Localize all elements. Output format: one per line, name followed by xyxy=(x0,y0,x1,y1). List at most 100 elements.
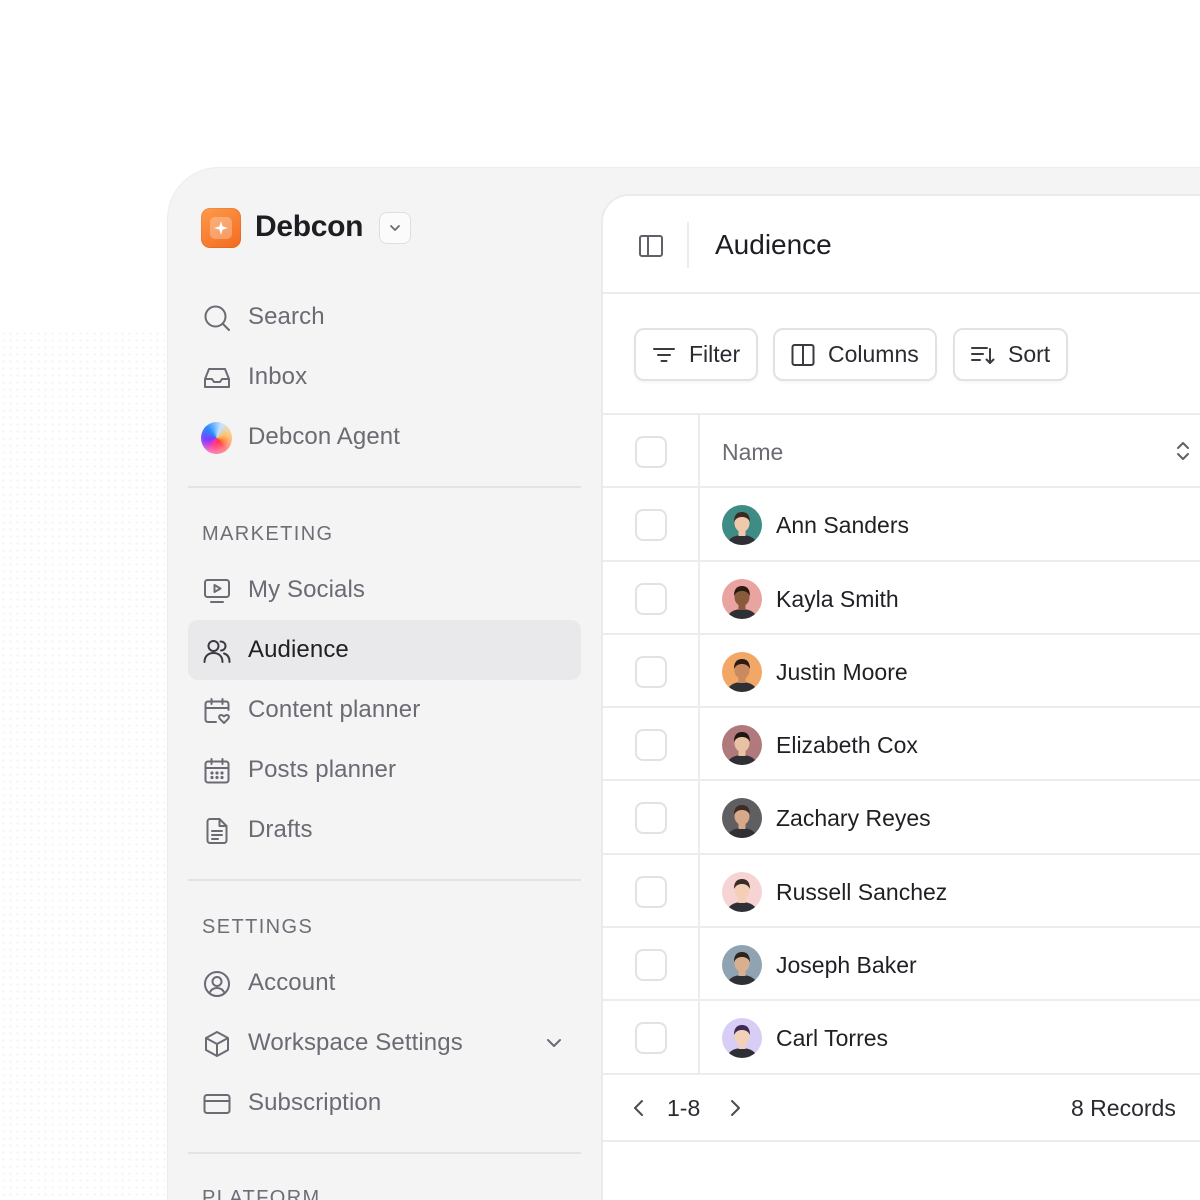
sidebar-item-workspace-settings[interactable]: Workspace Settings xyxy=(188,1013,581,1073)
avatar xyxy=(722,725,762,766)
columns-button[interactable]: Columns xyxy=(773,328,937,381)
header-divider xyxy=(687,222,689,268)
person-name: Ann Sanders xyxy=(776,512,909,539)
sidebar-toggle-icon[interactable] xyxy=(637,232,665,260)
chevron-down-icon xyxy=(390,225,400,231)
row-checkbox[interactable] xyxy=(635,509,667,542)
page-range: 1-8 xyxy=(667,1095,701,1121)
person-name: Kayla Smith xyxy=(776,585,899,612)
sidebar-item-label: Content planner xyxy=(248,696,421,723)
columns-icon xyxy=(789,341,817,369)
person-name: Carl Torres xyxy=(776,1025,889,1052)
table-row[interactable]: Kayla Smith xyxy=(603,561,1200,635)
avatar xyxy=(722,871,762,912)
table-row[interactable]: Carl Torres xyxy=(603,1001,1200,1075)
nav-search-label: Search xyxy=(248,303,325,330)
sidebar-item-label: Subscription xyxy=(248,1089,382,1116)
row-checkbox[interactable] xyxy=(635,1022,667,1055)
avatar xyxy=(722,1018,762,1059)
filter-button[interactable]: Filter xyxy=(634,328,759,381)
filter-icon xyxy=(650,341,678,369)
audience-table: Name Ann Sanders Kayla Smith Justin Moore E… xyxy=(603,413,1200,1075)
avatar xyxy=(722,798,762,839)
sidebar-item-subscription[interactable]: Subscription xyxy=(188,1073,581,1133)
chevron-down-icon[interactable] xyxy=(543,1032,565,1054)
app-window: Debcon Search Inbox Debcon Agent MARKETI… xyxy=(167,167,1200,1200)
sidebar-item-drafts[interactable]: Drafts xyxy=(188,800,581,860)
person-name: Zachary Reyes xyxy=(776,805,931,832)
table-row[interactable]: Zachary Reyes xyxy=(603,781,1200,855)
credit-card-icon xyxy=(201,1088,232,1119)
table-row[interactable]: Joseph Baker xyxy=(603,928,1200,1002)
sidebar-item-content-planner[interactable]: Content planner xyxy=(188,680,581,740)
row-checkbox[interactable] xyxy=(635,949,667,982)
background-dot-pattern xyxy=(0,330,190,1200)
monitor-play-icon xyxy=(201,575,232,606)
avatar xyxy=(722,578,762,619)
nav-agent-label: Debcon Agent xyxy=(248,423,400,450)
sidebar-divider xyxy=(188,486,581,488)
filter-label: Filter xyxy=(689,341,741,367)
sidebar-item-label: Audience xyxy=(248,636,349,663)
section-heading-platform: PLATFORM xyxy=(202,1187,321,1200)
person-name: Russell Sanchez xyxy=(776,878,948,905)
page-title: Audience xyxy=(715,229,832,260)
table-header-row: Name xyxy=(603,415,1200,489)
row-checkbox[interactable] xyxy=(635,582,667,615)
row-checkbox[interactable] xyxy=(635,802,667,835)
sidebar-item-label: Account xyxy=(248,969,336,996)
row-checkbox[interactable] xyxy=(635,729,667,762)
sort-label: Sort xyxy=(1008,341,1051,367)
document-icon xyxy=(201,815,232,846)
chevron-left-icon[interactable] xyxy=(625,1094,653,1122)
workspace-switcher-button[interactable] xyxy=(379,212,411,244)
sidebar-item-label: Workspace Settings xyxy=(248,1029,463,1056)
table-row[interactable]: Elizabeth Cox xyxy=(603,708,1200,782)
cube-icon xyxy=(201,1028,232,1059)
avatar xyxy=(722,505,762,546)
nav-inbox[interactable]: Inbox xyxy=(188,347,581,407)
section-heading-settings: SETTINGS xyxy=(202,916,314,938)
nav-inbox-label: Inbox xyxy=(248,363,308,390)
person-name: Joseph Baker xyxy=(776,952,917,979)
user-circle-icon xyxy=(201,968,232,999)
table-pagination: 1-8 8 Records xyxy=(603,1074,1200,1142)
sidebar-item-label: My Socials xyxy=(248,576,366,603)
table-row[interactable]: Russell Sanchez xyxy=(603,854,1200,929)
sidebar-item-audience[interactable]: Audience xyxy=(188,620,581,680)
sort-button[interactable]: Sort xyxy=(953,328,1069,381)
person-name: Elizabeth Cox xyxy=(776,732,918,759)
row-checkbox[interactable] xyxy=(635,655,667,688)
main-panel: Audience Filter Columns Sort Name Ann Sa… xyxy=(601,194,1200,1200)
sort-toggle-icon[interactable] xyxy=(1171,439,1195,463)
records-count: 8 Records xyxy=(1071,1095,1176,1121)
users-icon xyxy=(201,635,232,666)
sidebar-item-label: Drafts xyxy=(248,816,313,843)
main-header: Audience xyxy=(603,196,1200,294)
sort-lines-icon xyxy=(969,341,997,369)
workspace-logo-icon[interactable] xyxy=(201,208,241,248)
column-header-name[interactable]: Name xyxy=(722,439,783,466)
sidebar-item-posts-planner[interactable]: Posts planner xyxy=(188,740,581,800)
calendar-grid-icon xyxy=(201,755,232,786)
sidebar-divider xyxy=(188,1152,581,1154)
table-row[interactable]: Ann Sanders xyxy=(603,488,1200,562)
sidebar-item-account[interactable]: Account xyxy=(188,953,581,1013)
calendar-heart-icon xyxy=(201,695,232,726)
sidebar-item-label: Posts planner xyxy=(248,756,397,783)
workspace-name[interactable]: Debcon xyxy=(255,210,364,244)
section-heading-marketing: MARKETING xyxy=(202,523,334,545)
chevron-right-icon[interactable] xyxy=(721,1094,749,1122)
table-row[interactable]: Justin Moore xyxy=(603,634,1200,709)
sidebar-item-my-socials[interactable]: My Socials xyxy=(188,560,581,620)
sidebar-divider xyxy=(188,879,581,881)
nav-debcon-agent[interactable]: Debcon Agent xyxy=(188,407,581,467)
agent-orb-icon xyxy=(201,421,232,454)
person-name: Justin Moore xyxy=(776,658,908,685)
row-checkbox[interactable] xyxy=(635,875,667,908)
search-icon xyxy=(201,302,232,333)
nav-search[interactable]: Search xyxy=(188,287,581,347)
avatar xyxy=(722,945,762,986)
avatar xyxy=(722,651,762,692)
select-all-checkbox[interactable] xyxy=(635,436,667,468)
